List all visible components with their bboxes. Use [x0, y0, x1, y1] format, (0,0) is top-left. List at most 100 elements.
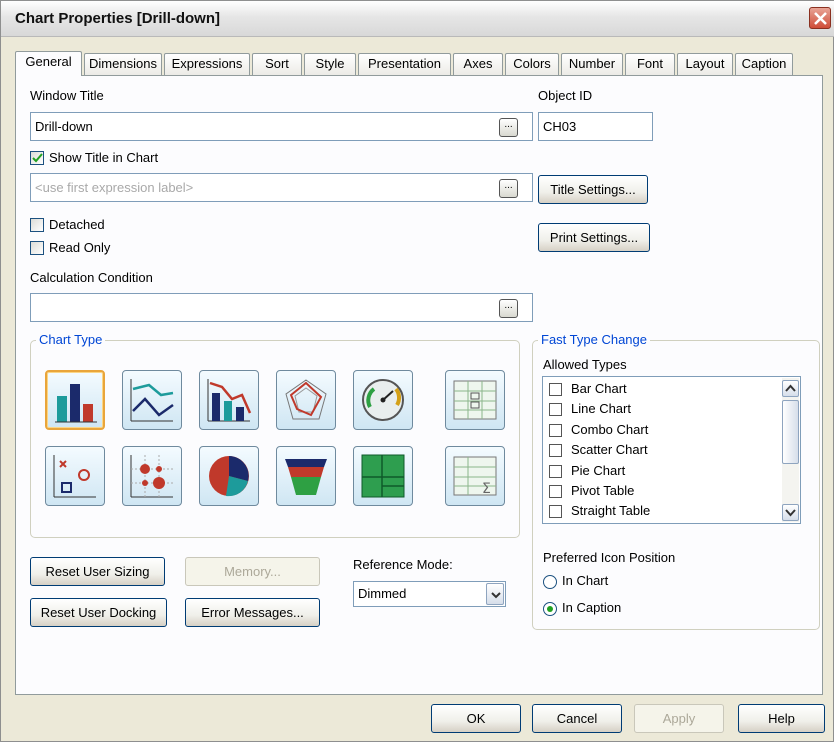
- reference-mode-select[interactable]: Dimmed: [353, 581, 506, 607]
- chart-type-pivot-table-button[interactable]: [445, 370, 505, 430]
- scroll-down-button[interactable]: [782, 504, 799, 521]
- reset-user-sizing-button[interactable]: Reset User Sizing: [30, 557, 165, 586]
- chart-type-line-button[interactable]: [122, 370, 182, 430]
- in-caption-label: In Caption: [562, 600, 622, 615]
- chart-type-block-button[interactable]: [353, 446, 413, 506]
- reset-user-docking-button[interactable]: Reset User Docking: [30, 598, 167, 627]
- reference-mode-dropdown-button[interactable]: [486, 583, 504, 605]
- list-item-label: Pie Chart: [571, 463, 626, 478]
- tab-axes[interactable]: Axes: [453, 53, 503, 75]
- calculation-condition-expression-button[interactable]: ...: [499, 299, 518, 318]
- reference-mode-label: Reference Mode:: [353, 557, 453, 572]
- general-tab-panel: Window Title Drill-down ... Object ID CH…: [15, 75, 823, 695]
- object-id-input[interactable]: CH03: [538, 112, 653, 141]
- tab-number[interactable]: Number: [561, 53, 623, 75]
- allowed-types-list[interactable]: Bar Chart Line Chart Combo Chart Scatter…: [542, 376, 801, 524]
- allowed-types-scrollbar[interactable]: [782, 378, 799, 522]
- window-title-input[interactable]: Drill-down: [30, 112, 533, 141]
- block-chart-icon: [361, 454, 405, 498]
- chart-type-gauge-button[interactable]: [353, 370, 413, 430]
- tab-dimensions[interactable]: Dimensions: [84, 53, 162, 75]
- tab-layout[interactable]: Layout: [677, 53, 733, 75]
- list-item-label: Scatter Chart: [571, 442, 648, 457]
- bar-chart-type-checkbox[interactable]: [549, 383, 562, 396]
- chart-type-grid-button[interactable]: [122, 446, 182, 506]
- print-settings-button[interactable]: Print Settings...: [538, 223, 650, 252]
- chart-properties-dialog: Chart Properties [Drill-down] General Di…: [0, 0, 834, 742]
- list-item-label: Line Chart: [571, 401, 631, 416]
- scroll-up-button[interactable]: [782, 380, 799, 397]
- tab-font[interactable]: Font: [625, 53, 675, 75]
- tab-caption[interactable]: Caption: [735, 53, 793, 75]
- title-settings-button[interactable]: Title Settings...: [538, 175, 648, 204]
- straight-table-icon: Σ: [453, 456, 497, 497]
- pie-chart-type-checkbox[interactable]: [549, 465, 562, 478]
- close-button[interactable]: [809, 7, 831, 29]
- tab-general[interactable]: General: [15, 51, 82, 76]
- chart-type-straight-table-button[interactable]: Σ: [445, 446, 505, 506]
- line-chart-icon: [130, 379, 174, 422]
- grid-chart-icon: [130, 455, 173, 498]
- chart-type-funnel-button[interactable]: [276, 446, 336, 506]
- ok-button[interactable]: OK: [431, 704, 521, 733]
- preferred-icon-position-label: Preferred Icon Position: [543, 550, 676, 565]
- allowed-types-label: Allowed Types: [543, 357, 627, 372]
- tab-style[interactable]: Style: [304, 53, 356, 75]
- error-messages-button[interactable]: Error Messages...: [185, 598, 320, 627]
- straight-table-type-checkbox[interactable]: [549, 505, 562, 518]
- cancel-button[interactable]: Cancel: [532, 704, 622, 733]
- show-title-label: Show Title in Chart: [49, 150, 159, 165]
- bar-chart-icon: [55, 384, 97, 423]
- apply-button[interactable]: Apply: [634, 704, 724, 733]
- pie-chart-icon: [209, 456, 249, 497]
- pivot-table-type-checkbox[interactable]: [549, 485, 562, 498]
- chevron-up-icon: [785, 384, 796, 392]
- combo-chart-type-checkbox[interactable]: [549, 424, 562, 437]
- object-id-label: Object ID: [538, 88, 593, 103]
- calculation-condition-input[interactable]: [30, 293, 533, 322]
- funnel-chart-icon: [285, 459, 327, 495]
- tab-expressions[interactable]: Expressions: [164, 53, 250, 75]
- list-item-label: Bar Chart: [571, 381, 627, 396]
- checkmark-icon: [32, 153, 43, 163]
- chart-type-pie-button[interactable]: [199, 446, 259, 506]
- line-chart-type-checkbox[interactable]: [549, 403, 562, 416]
- radar-chart-icon: [285, 379, 327, 420]
- title-bar[interactable]: Chart Properties [Drill-down]: [1, 1, 834, 37]
- scatter-chart-icon: [53, 455, 96, 498]
- read-only-label: Read Only: [49, 240, 111, 255]
- window-title-expression-button[interactable]: ...: [499, 118, 518, 137]
- close-icon: [814, 12, 827, 25]
- reference-mode-value: Dimmed: [358, 586, 407, 601]
- chart-type-legend: Chart Type: [36, 332, 106, 347]
- list-item-label: Combo Chart: [571, 422, 649, 437]
- detached-checkbox[interactable]: [30, 218, 44, 232]
- fast-type-change-legend: Fast Type Change: [538, 332, 650, 347]
- svg-text:Σ: Σ: [482, 481, 491, 497]
- scatter-chart-type-checkbox[interactable]: [549, 444, 562, 457]
- memory-button[interactable]: Memory...: [185, 557, 320, 586]
- in-caption-radio[interactable]: [543, 602, 557, 616]
- chart-title-expression-button[interactable]: ...: [499, 179, 518, 198]
- help-button[interactable]: Help: [738, 704, 825, 733]
- chart-title-input[interactable]: <use first expression label>: [30, 173, 533, 202]
- show-title-checkbox[interactable]: [30, 151, 44, 165]
- window-title-label: Window Title: [30, 88, 104, 103]
- tab-presentation[interactable]: Presentation: [358, 53, 451, 75]
- in-chart-label: In Chart: [562, 573, 609, 588]
- tab-colors[interactable]: Colors: [505, 53, 559, 75]
- chart-type-bar-button[interactable]: [45, 370, 105, 430]
- read-only-checkbox[interactable]: [30, 241, 44, 255]
- in-chart-radio[interactable]: [543, 575, 557, 589]
- list-item-label: Pivot Table: [571, 483, 635, 498]
- window-title: Chart Properties [Drill-down]: [15, 10, 221, 27]
- pivot-table-icon: [453, 380, 497, 420]
- chart-type-radar-button[interactable]: [276, 370, 336, 430]
- combo-chart-icon: [207, 379, 252, 422]
- tab-sort[interactable]: Sort: [252, 53, 302, 75]
- chart-type-scatter-button[interactable]: [45, 446, 105, 506]
- chart-type-combo-button[interactable]: [199, 370, 259, 430]
- gauge-chart-icon: [362, 379, 404, 421]
- radio-selected-dot: [547, 606, 553, 612]
- scroll-thumb[interactable]: [782, 400, 799, 464]
